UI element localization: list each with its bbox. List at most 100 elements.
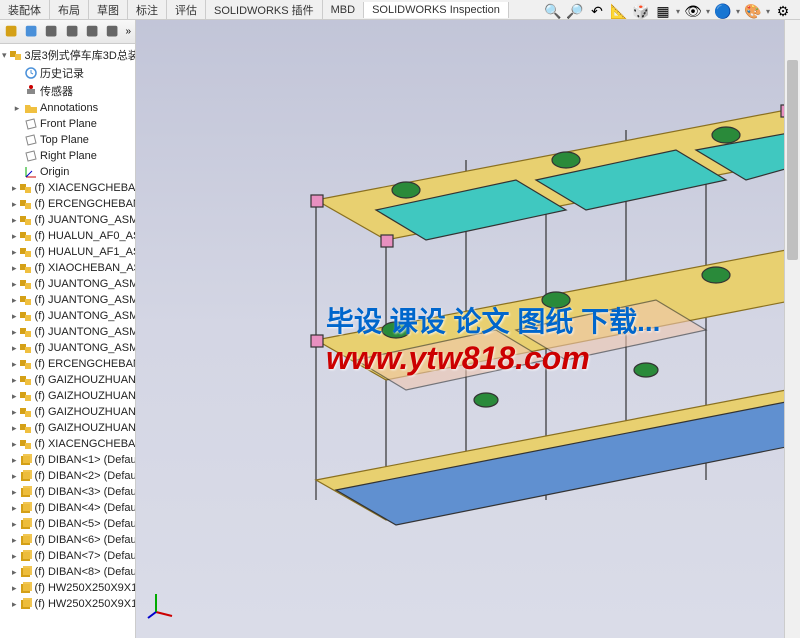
tree-item[interactable]: ▸(f) DIBAN<3> (Defaul <box>0 484 135 500</box>
scene-icon[interactable]: 🎨 <box>744 2 762 20</box>
tree-item[interactable]: ▸(f) JUANTONG_ASM-3 <box>0 308 135 324</box>
expand-icon[interactable]: ▸ <box>12 407 17 418</box>
tab-7[interactable]: SOLIDWORKS Inspection <box>364 2 509 18</box>
expand-icon[interactable]: ▸ <box>12 215 17 226</box>
expand-icon[interactable]: ▸ <box>12 551 17 562</box>
graphics-viewport[interactable]: 毕设 课设 论文 图纸 下载... www.ytw818.com <box>136 20 800 638</box>
expand-icon[interactable]: ▸ <box>12 359 17 370</box>
expand-icon[interactable]: ▸ <box>12 247 17 258</box>
expand-icon[interactable]: ▸ <box>12 327 17 338</box>
tree-item[interactable]: ▸(f) HW250X250X9X14 <box>0 596 135 612</box>
tab-0[interactable]: 装配体 <box>0 0 50 20</box>
expand-icon[interactable]: ▸ <box>12 519 17 530</box>
expand-icon[interactable]: ▸ <box>12 455 17 466</box>
property-manager-icon[interactable] <box>24 24 38 40</box>
tree-item[interactable]: ▸(f) JUANTONG_ASM-5 <box>0 340 135 356</box>
tab-2[interactable]: 草图 <box>89 0 128 20</box>
tab-4[interactable]: 评估 <box>167 0 206 20</box>
expand-icon[interactable]: ▸ <box>12 231 17 242</box>
tree-item[interactable]: ▸ (f) DIBAN<2> (Defaul <box>0 468 135 484</box>
expand-icon[interactable]: ▸ <box>12 567 17 578</box>
cam-icon[interactable] <box>105 24 119 40</box>
expand-icon[interactable]: ▸ <box>12 279 17 290</box>
orientation-triad[interactable] <box>146 590 176 620</box>
dropdown-icon[interactable]: ▾ <box>706 7 710 16</box>
tree-item[interactable]: ▸(f) JUANTONG_ASM-1 <box>0 276 135 292</box>
tab-6[interactable]: MBD <box>323 2 364 18</box>
dropdown-icon[interactable]: ▾ <box>676 7 680 16</box>
tree-item[interactable]: 传感器 <box>0 82 135 100</box>
expand-icon[interactable]: ▸ <box>12 423 17 434</box>
expand-icon[interactable]: ▸ <box>12 487 17 498</box>
part-icon <box>19 549 33 563</box>
more-tabs-icon[interactable]: » <box>125 26 131 37</box>
tree-item[interactable]: ▸(f) DIBAN<4> (Defaul <box>0 500 135 516</box>
tree-item[interactable]: Right Plane <box>0 148 135 164</box>
tree-item[interactable]: ▸ (f) JUANTONG_ASM-2 <box>0 292 135 308</box>
tree-item[interactable]: ▸(f) GAIZHOUZHUANG <box>0 404 135 420</box>
appearance-icon[interactable]: 🔵 <box>714 2 732 20</box>
tree-item[interactable]: Front Plane <box>0 116 135 132</box>
expand-icon[interactable]: ▸ <box>12 375 17 386</box>
config-manager-icon[interactable] <box>44 24 58 40</box>
tree-item-label: (f) JUANTONG_ASM-2 <box>35 294 135 306</box>
expand-icon[interactable]: ▸ <box>12 535 17 546</box>
expand-icon[interactable]: ▸ <box>12 343 17 354</box>
zoom-area-icon[interactable]: 🔎 <box>566 2 584 20</box>
prev-view-icon[interactable]: ↶ <box>588 2 606 20</box>
tree-item[interactable]: ▸(f) DIBAN<6> (Defaul <box>0 532 135 548</box>
tree-item[interactable]: ▸(f) DIBAN<5> (Defaul <box>0 516 135 532</box>
tree-item[interactable]: ▸(f) JUANTONG_ASM< <box>0 212 135 228</box>
dimxpert-icon[interactable] <box>65 24 79 40</box>
tree-item[interactable]: Top Plane <box>0 132 135 148</box>
display-manager-icon[interactable] <box>85 24 99 40</box>
tree-item[interactable]: ▸(f) XIAOCHEBAN_ASM <box>0 260 135 276</box>
tree-item[interactable]: 历史记录 <box>0 64 135 82</box>
tree-item[interactable]: ▸(f) HUALUN_AF0_ASM <box>0 228 135 244</box>
collapse-icon[interactable]: ▾ <box>2 50 7 61</box>
tree-root[interactable]: ▾ 3层3例式停车库3D总装图 ( <box>0 46 135 64</box>
tree-item[interactable]: ▸(f) GAIZHOUZHUANG <box>0 388 135 404</box>
vertical-scrollbar[interactable] <box>784 20 800 638</box>
expand-icon[interactable]: ▸ <box>12 311 17 322</box>
expand-icon[interactable]: ▸ <box>12 471 17 482</box>
dropdown-icon[interactable]: ▾ <box>736 7 740 16</box>
tree-item[interactable]: ▸(f) JUANTONG_ASM-4 <box>0 324 135 340</box>
view-settings-icon[interactable]: ⚙ <box>774 2 792 20</box>
tab-5[interactable]: SOLIDWORKS 插件 <box>206 0 323 20</box>
expand-icon[interactable]: ▸ <box>12 183 17 194</box>
expand-icon[interactable]: ▸ <box>12 583 17 594</box>
tree-item[interactable]: ▸(f) DIBAN<1> (Defaul <box>0 452 135 468</box>
hide-show-icon[interactable]: 👁 <box>684 2 702 20</box>
expand-icon[interactable]: ▸ <box>12 391 17 402</box>
scroll-thumb[interactable] <box>787 60 798 260</box>
feature-manager-icon[interactable] <box>4 24 18 40</box>
tab-1[interactable]: 布局 <box>50 0 89 20</box>
tree-item[interactable]: ▸(f) DIBAN<7> (Defaul <box>0 548 135 564</box>
zoom-fit-icon[interactable]: 🔍 <box>544 2 562 20</box>
tree-item[interactable]: ▸(f) ERCENGCHEBAN_A <box>0 196 135 212</box>
expand-icon[interactable]: ▸ <box>12 199 17 210</box>
tree-item[interactable]: ▸(f) HW250X250X9X14 <box>0 580 135 596</box>
tree-item-label: (f) DIBAN<2> (Defaul <box>35 470 135 482</box>
tree-item[interactable]: ▸(f) GAIZHOUZHUANG <box>0 372 135 388</box>
expand-icon[interactable]: ▸ <box>12 263 17 274</box>
tree-item[interactable]: ▸(f) XIACENGCHEBAN_ <box>0 436 135 452</box>
expand-icon[interactable]: ▸ <box>12 295 17 306</box>
expand-icon[interactable]: ▸ <box>12 599 17 610</box>
section-icon[interactable]: 📐 <box>610 2 628 20</box>
expand-icon[interactable]: ▸ <box>12 503 17 514</box>
tree-item[interactable]: ▸(f) XIACENGCHEBAN_ <box>0 180 135 196</box>
expand-icon[interactable]: ▸ <box>12 103 22 114</box>
expand-icon[interactable]: ▸ <box>12 439 17 450</box>
tree-item[interactable]: ▸(f) ERCENGCHEBAN_A <box>0 356 135 372</box>
display-style-icon[interactable]: ▦ <box>654 2 672 20</box>
tree-item[interactable]: ▸Annotations <box>0 100 135 116</box>
tree-item[interactable]: Origin <box>0 164 135 180</box>
dropdown-icon[interactable]: ▾ <box>766 7 770 16</box>
tree-item[interactable]: ▸(f) DIBAN<8> (Defaul <box>0 564 135 580</box>
tab-3[interactable]: 标注 <box>128 0 167 20</box>
tree-item[interactable]: ▸(f) GAIZHOUZHUANG <box>0 420 135 436</box>
tree-item[interactable]: ▸(f) HUALUN_AF1_ASM <box>0 244 135 260</box>
view-orient-icon[interactable]: 🎲 <box>632 2 650 20</box>
